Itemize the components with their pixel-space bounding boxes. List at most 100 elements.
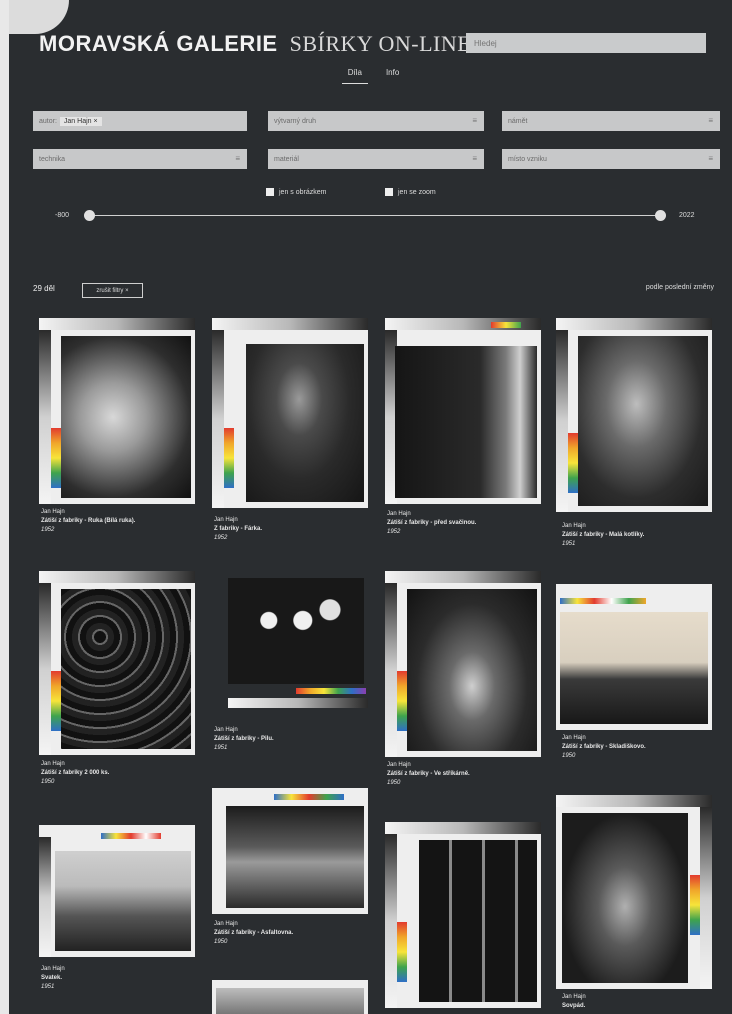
artwork-author[interactable]: Jan Hajn	[562, 522, 712, 531]
artwork-caption: Jan Hajn Svatek. 1951	[41, 965, 197, 992]
artwork-title[interactable]: Zátiší z fabriky 2 000 ks.	[41, 769, 197, 778]
images-only-label: jen s obrázkem	[279, 188, 327, 196]
artwork-author[interactable]: Jan Hajn	[41, 508, 197, 517]
images-only-checkbox[interactable]: jen s obrázkem	[266, 188, 326, 196]
scale-bar	[556, 795, 712, 807]
artwork-photo	[61, 589, 191, 749]
author-chip[interactable]: Jan Hajn ×	[59, 116, 102, 126]
material-filter[interactable]: materiál ≡	[268, 149, 484, 169]
artwork-author[interactable]: Jan Hajn	[562, 734, 712, 743]
scale-bar	[385, 571, 541, 583]
artwork-author[interactable]: Jan Hajn	[214, 516, 370, 525]
artwork-year: 1950	[214, 939, 228, 945]
artwork-photo	[216, 988, 364, 1014]
color-checker	[397, 922, 407, 982]
artwork-year: 1951	[41, 984, 55, 990]
sort-dropdown[interactable]: podle poslední změny	[646, 284, 714, 291]
color-checker	[491, 322, 521, 328]
checkbox-icon	[385, 188, 393, 196]
tab-works[interactable]: Díla	[341, 68, 368, 84]
artwork-year: 1950	[41, 779, 55, 785]
scale-bar	[228, 698, 368, 708]
artwork-photo	[246, 344, 364, 502]
artwork-title[interactable]: Zátiší z fabriky - Skladiškovo.	[562, 743, 712, 752]
artwork-caption: Jan Hajn Zátiší z fabriky - Pilu. 1951	[214, 726, 370, 753]
artwork-caption: Jan Hajn Zátiší z fabriky - Malá kotlíky…	[562, 522, 712, 549]
color-checker	[274, 794, 344, 800]
scale-bar	[385, 822, 541, 834]
clear-filters-button[interactable]: zrušit filtry ×	[82, 283, 143, 298]
color-checker	[51, 671, 61, 731]
site-header: MORAVSKÁ GALERIE SBÍRKY ON-LINE	[39, 28, 471, 60]
subject-filter[interactable]: námět ≡	[502, 111, 720, 131]
artwork-thumbnail[interactable]	[39, 318, 195, 504]
artwork-caption: Jan Hajn Zátiší z fabriky - Ruka (Bílá r…	[41, 508, 197, 535]
artwork-author[interactable]: Jan Hajn	[214, 920, 370, 929]
color-checker	[51, 428, 61, 488]
artwork-title[interactable]: Zátiší z fabriky - Ve stříkárně.	[387, 770, 543, 779]
artwork-thumbnail[interactable]	[212, 574, 368, 714]
artwork-title[interactable]: Zátiší z fabriky - Pilu.	[214, 735, 370, 744]
artwork-author[interactable]: Jan Hajn	[41, 760, 197, 769]
artwork-caption: Jan Hajn Zátiší z fabriky - Ve stříkárně…	[387, 761, 543, 788]
artwork-title[interactable]: Zátiší z fabriky - Asfaltovna.	[214, 929, 370, 938]
artwork-caption: Jan Hajn Sovpád.	[562, 993, 712, 1011]
artwork-photo	[226, 806, 364, 908]
artwork-photo	[55, 851, 191, 951]
artwork-thumbnail[interactable]	[212, 980, 368, 1014]
artwork-title[interactable]: Z fabriky - Fárka.	[214, 525, 370, 534]
artwork-photo	[578, 336, 708, 506]
artwork-year: 1951	[562, 541, 576, 547]
artwork-year: 1950	[387, 780, 401, 786]
place-filter[interactable]: místo vzniku ≡	[502, 149, 720, 169]
artwork-author[interactable]: Jan Hajn	[214, 726, 370, 735]
search-input[interactable]	[466, 33, 706, 53]
year-range-slider[interactable]	[89, 215, 665, 216]
artwork-title[interactable]: Zátiší z fabriky - Malá kotlíky.	[562, 531, 712, 540]
artwork-thumbnail[interactable]	[556, 318, 712, 512]
artwork-thumbnail[interactable]	[212, 318, 368, 508]
artwork-year: 1951	[214, 745, 228, 751]
artwork-title[interactable]: Svatek.	[41, 974, 197, 983]
year-range-min: -800	[55, 212, 70, 219]
brand-logo[interactable]: MORAVSKÁ GALERIE	[39, 31, 278, 57]
artwork-thumbnail[interactable]	[212, 788, 368, 914]
dropdown-icon: ≡	[708, 154, 713, 163]
scale-bar	[39, 571, 195, 583]
brand-subtitle[interactable]: SBÍRKY ON-LINE	[290, 31, 472, 57]
technique-filter[interactable]: technika ≡	[33, 149, 247, 169]
zoom-only-checkbox[interactable]: jen se zoom	[385, 188, 436, 196]
artwork-thumbnail[interactable]	[39, 825, 195, 957]
artwork-author[interactable]: Jan Hajn	[41, 965, 197, 974]
dropdown-icon: ≡	[472, 154, 477, 163]
artwork-thumbnail[interactable]	[556, 795, 712, 989]
artwork-thumbnail[interactable]	[556, 584, 712, 730]
author-filter[interactable]: autor: Jan Hajn ×	[33, 111, 247, 131]
art-type-filter[interactable]: výtvarný druh ≡	[268, 111, 484, 131]
year-range-handle-min[interactable]	[84, 210, 95, 221]
color-checker	[560, 598, 646, 604]
artwork-author[interactable]: Jan Hajn	[387, 510, 543, 519]
tab-info[interactable]: Info	[386, 68, 399, 84]
artwork-thumbnail[interactable]	[39, 571, 195, 755]
checkbox-icon	[266, 188, 274, 196]
artwork-caption: Jan Hajn Zátiší z fabriky 2 000 ks. 1950	[41, 760, 197, 787]
color-checker	[397, 671, 407, 731]
artwork-author[interactable]: Jan Hajn	[562, 993, 712, 1002]
artwork-author[interactable]: Jan Hajn	[387, 761, 543, 770]
artwork-thumbnail[interactable]	[385, 318, 541, 504]
artwork-title[interactable]: Zátiší z fabriky - Ruka (Bílá ruka).	[41, 517, 197, 526]
artwork-title[interactable]: Zátiší z fabriky - před svačinou.	[387, 519, 543, 528]
dropdown-icon: ≡	[472, 116, 477, 125]
artwork-year: 1952	[214, 535, 228, 541]
artwork-thumbnail[interactable]	[385, 571, 541, 757]
artwork-photo	[228, 578, 364, 684]
scale-bar	[212, 330, 224, 508]
artwork-year: 1952	[41, 527, 55, 533]
scale-bar	[556, 318, 712, 330]
year-range-handle-max[interactable]	[655, 210, 666, 221]
artwork-thumbnail[interactable]	[385, 822, 541, 1008]
color-checker	[568, 433, 578, 493]
artwork-title[interactable]: Sovpád.	[562, 1002, 712, 1011]
artwork-caption: Jan Hajn Zátiší z fabriky - Asfaltovna. …	[214, 920, 370, 947]
